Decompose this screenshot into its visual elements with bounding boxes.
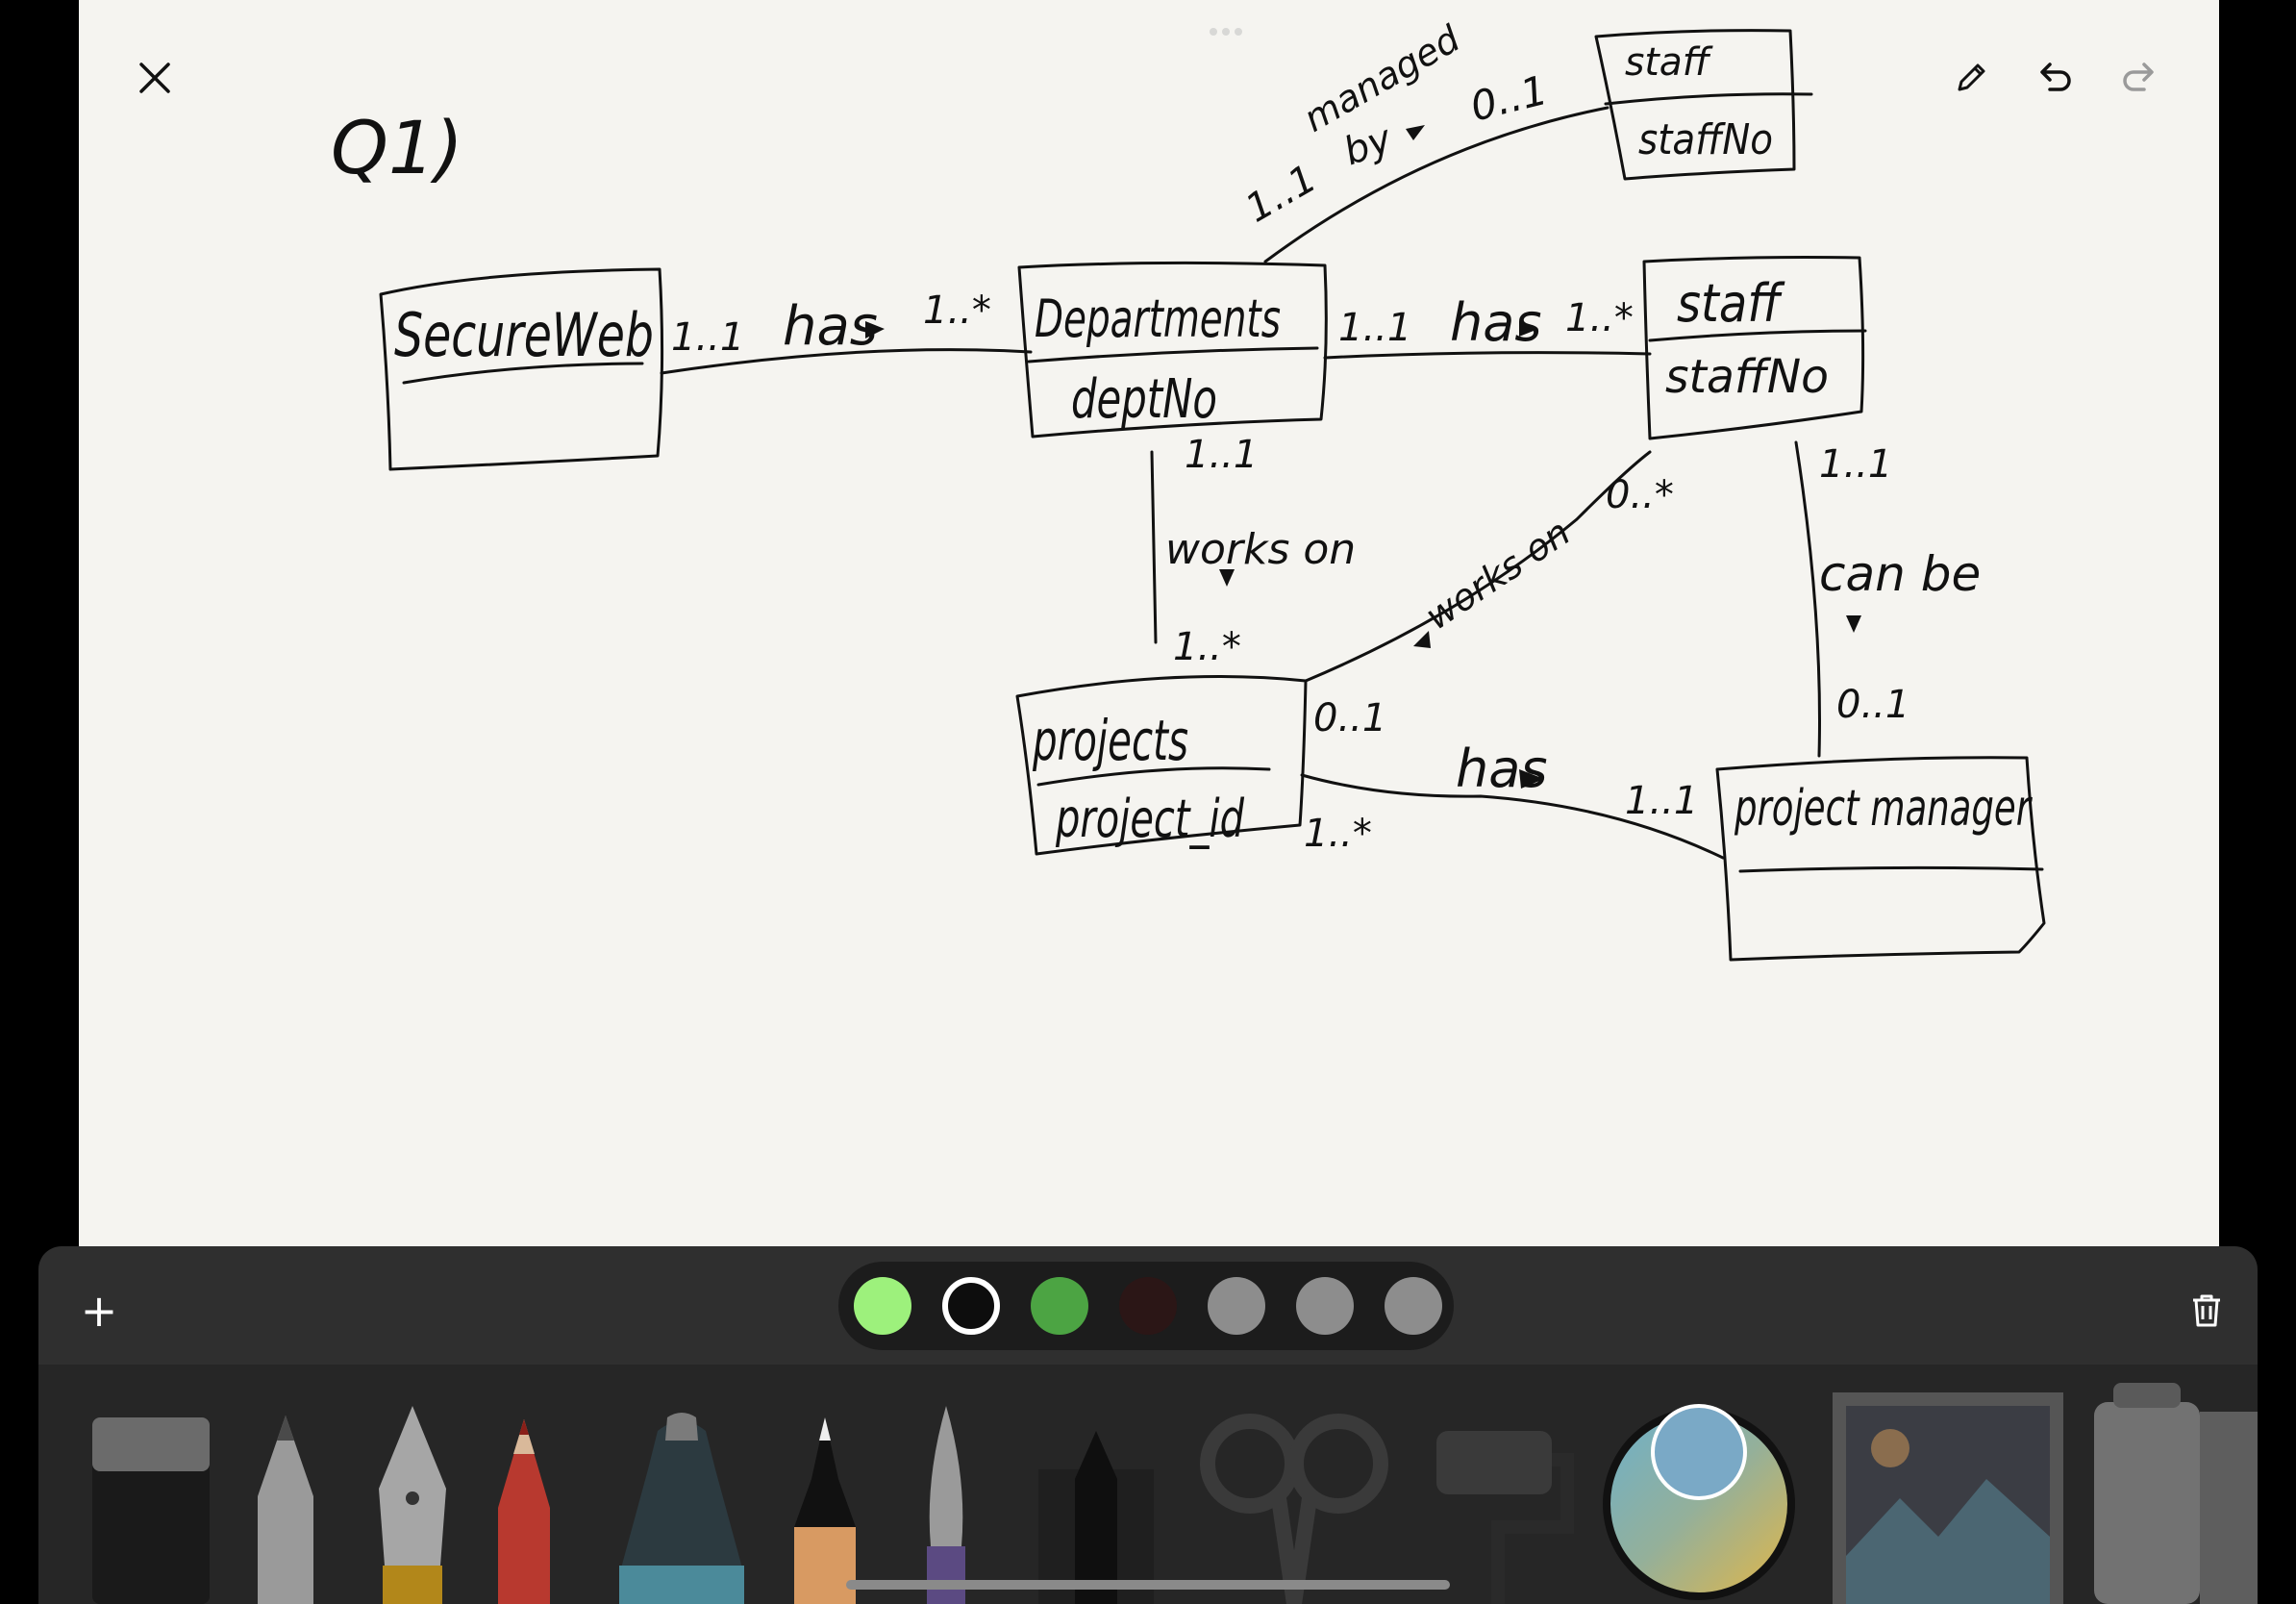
- direction-arrows: [865, 125, 1861, 789]
- home-indicator[interactable]: [846, 1580, 1450, 1590]
- color-swatch-4[interactable]: [1119, 1277, 1177, 1335]
- color-palette: [838, 1262, 1454, 1350]
- image-insert-icon[interactable]: [1833, 1392, 2063, 1604]
- pencil-tool-icon[interactable]: [252, 1412, 319, 1604]
- multiplicity-label: 1..*: [1304, 812, 1372, 856]
- brush-icon[interactable]: [908, 1402, 985, 1604]
- relationship-label: has: [1456, 739, 1547, 799]
- project-manager-divider: [1738, 865, 2044, 873]
- color-swatch-7[interactable]: [1385, 1277, 1442, 1335]
- color-swatch-5[interactable]: [1208, 1277, 1265, 1335]
- tape-icon[interactable]: [2094, 1383, 2258, 1604]
- marker-icon[interactable]: [610, 1412, 754, 1604]
- relationship-label: works on: [1165, 525, 1356, 574]
- staff-top-divider: [1604, 92, 1813, 106]
- fountain-pen-icon[interactable]: [371, 1402, 454, 1604]
- line-departments-projects: [1150, 450, 1158, 644]
- multiplicity-label: 0..1: [1836, 683, 1909, 727]
- multiplicity-label: 0..1: [1466, 66, 1553, 131]
- staff-entity-name: staff: [1677, 273, 1784, 334]
- tool-tray: +: [38, 1246, 2258, 1604]
- relationship-label: works on: [1417, 511, 1578, 638]
- er-diagram-sketch: Q1) SecureWeb Departments deptNo staff s…: [331, 17, 2046, 962]
- color-mixer-icon[interactable]: [1600, 1398, 1798, 1604]
- multiplicity-label: 0..1: [1313, 696, 1386, 740]
- heading-label: Q1): [331, 105, 463, 190]
- departments-entity-name: Departments: [1035, 288, 1281, 349]
- color-swatch-3[interactable]: [1031, 1277, 1088, 1335]
- line-departments-staff: [1323, 351, 1652, 360]
- tool-shelf: [38, 1365, 2258, 1604]
- multiplicity-label: 1..*: [923, 288, 991, 333]
- multiplicity-label: 1..1: [1238, 157, 1324, 232]
- multiplicity-label: 1..1: [671, 315, 744, 360]
- color-swatch-1[interactable]: [854, 1277, 911, 1335]
- ruler-pen-icon[interactable]: [1029, 1431, 1163, 1604]
- relationship-label: can be: [1819, 546, 1981, 602]
- secureweb-entity-name: SecureWeb: [394, 300, 654, 370]
- fineliner-icon[interactable]: [786, 1412, 863, 1604]
- colored-pencil-icon[interactable]: [490, 1412, 558, 1604]
- departments-attribute: deptNo: [1071, 368, 1217, 431]
- relationship-label: has: [783, 295, 878, 358]
- multiplicity-label: 1..*: [1565, 296, 1634, 340]
- trash-icon: [2193, 1294, 2220, 1327]
- stafftop-attribute: staffNo: [1638, 115, 1773, 164]
- color-swatch-2[interactable]: [942, 1277, 1000, 1335]
- add-button[interactable]: +: [75, 1287, 123, 1335]
- multiplicity-label: 0..*: [1606, 473, 1674, 517]
- line-staff-projectmanager: [1794, 440, 1821, 758]
- projects-entity-name: projects: [1032, 708, 1188, 773]
- multiplicity-label: 1..1: [1185, 433, 1258, 477]
- multiplicity-label: 1..1: [1819, 442, 1892, 487]
- color-swatch-6[interactable]: [1296, 1277, 1354, 1335]
- project-manager-entity-name: project manager: [1734, 780, 2033, 838]
- multiplicity-label: 1..*: [1173, 625, 1241, 669]
- trash-button[interactable]: [2183, 1287, 2231, 1335]
- projects-attribute: project_id: [1055, 789, 1244, 849]
- scissors-icon[interactable]: [1198, 1412, 1390, 1604]
- roller-icon[interactable]: [1431, 1412, 1575, 1604]
- eraser-icon[interactable]: [88, 1412, 213, 1604]
- relationship-label: has: [1450, 292, 1541, 353]
- departments-divider: [1027, 346, 1319, 363]
- relationship-label: by: [1338, 116, 1399, 174]
- staff-attribute: staffNo: [1665, 350, 1829, 404]
- multiplicity-label: 1..1: [1625, 779, 1698, 823]
- multiplicity-label: 1..1: [1338, 306, 1411, 350]
- stafftop-entity-name: staff: [1625, 40, 1713, 85]
